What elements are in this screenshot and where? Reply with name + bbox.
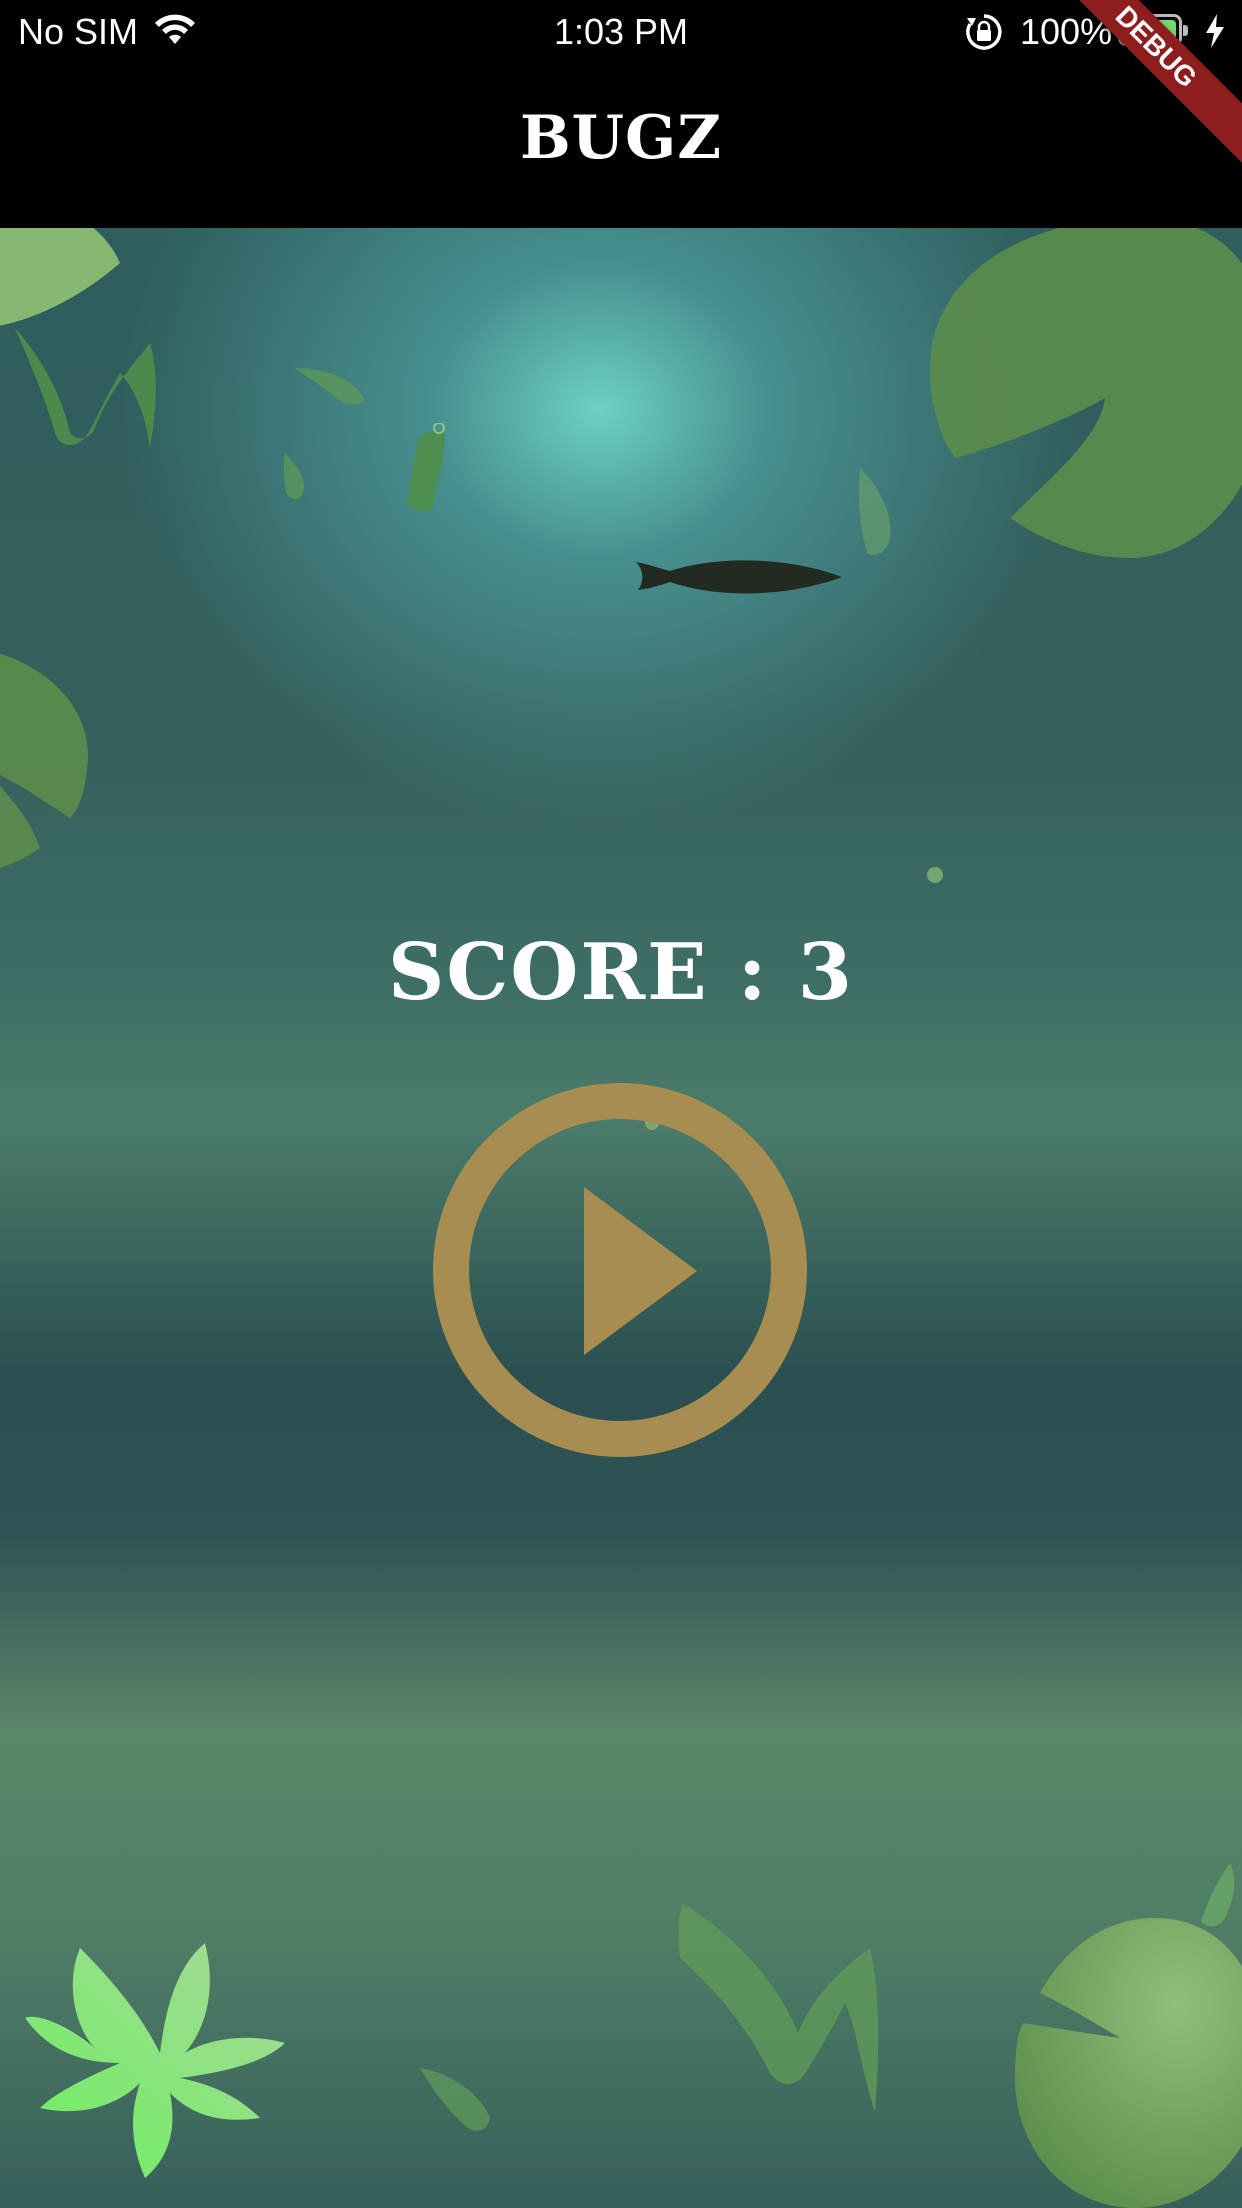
lily-pad-bottom-right	[1015, 1918, 1242, 2208]
small-leaf	[283, 453, 305, 499]
leaf-flower-bottom-left	[25, 1943, 285, 2178]
grass-top-left	[15, 328, 156, 448]
small-leaf	[420, 2068, 490, 2131]
bubble	[927, 867, 943, 883]
grass-bottom-center	[678, 1903, 879, 2113]
play-circle-icon	[433, 1083, 807, 1457]
small-leaf	[407, 423, 445, 512]
play-button[interactable]	[432, 1082, 808, 1458]
lily-pad-mid-left	[0, 653, 89, 869]
lily-pad-top-right	[930, 228, 1242, 558]
app-bar: BUGZ	[0, 64, 1242, 228]
orientation-lock-icon	[966, 14, 1002, 50]
app-title: BUGZ	[519, 103, 723, 173]
status-bar: No SIM 1:03 PM 100%	[0, 0, 1242, 64]
fish-silhouette	[636, 560, 842, 594]
small-leaf	[295, 368, 365, 405]
score-label: SCORE : 3	[387, 927, 854, 1018]
charging-bolt-icon	[1206, 14, 1224, 48]
game-area: SCORE : 3	[0, 228, 1242, 2208]
small-leaf	[858, 468, 891, 555]
small-leaf	[1201, 1863, 1235, 1927]
